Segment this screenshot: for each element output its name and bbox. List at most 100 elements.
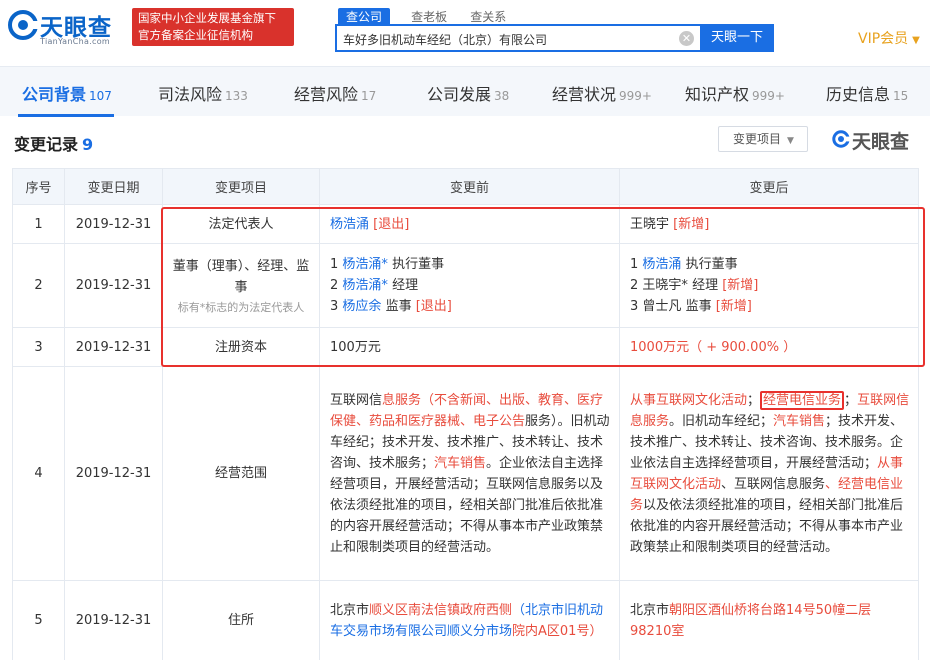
tab-count: 107	[89, 89, 112, 103]
col-header-after: 变更后	[619, 168, 919, 205]
changed-text: 南法信镇政府西侧	[408, 602, 513, 618]
section-title: 变更记录 9	[14, 131, 93, 155]
cell-item: 董事（理事）、经理、监事 标有*标志的为法定代表人	[162, 243, 320, 328]
cell-no: 5	[12, 580, 65, 660]
col-header-before: 变更前	[319, 168, 620, 205]
list-item: 1 杨浩涌 执行董事	[630, 254, 910, 275]
changed-text: 汽车销售	[434, 455, 487, 471]
table-row: 3 2019-12-31 注册资本 100万元 1000万元（ + 900.00…	[12, 327, 919, 367]
person-link[interactable]: 杨浩涌*	[342, 257, 388, 272]
tab-operating-status[interactable]: 经营状况 999+	[552, 81, 652, 105]
tab-count: 133	[225, 89, 248, 103]
tab-count: 999+	[752, 89, 785, 103]
watermark-name: 天眼查	[852, 131, 910, 153]
person-name: 曾士凡	[642, 299, 682, 314]
new-tag: [新增]	[715, 299, 752, 314]
item-no: 1	[330, 257, 339, 272]
change-records-table: 序号 变更日期 变更项目 变更前 变更后 1 2019-12-31 法定代表人 …	[12, 168, 919, 660]
changed-text: 汽车销售	[773, 413, 826, 429]
active-tab-underline	[18, 114, 114, 117]
cell-no: 3	[12, 327, 65, 367]
cell-after: 1 杨浩涌 执行董事 2 王晓宇* 经理 [新增] 3 曾士凡 监事 [新增]	[619, 243, 919, 328]
tab-company-background[interactable]: 公司背景 107	[22, 81, 112, 105]
item-no: 3	[630, 299, 639, 314]
cell-before: 互联网信息服务（不含新闻、出版、教育、医疗保健、药品和医疗器械、电子公告服务）。…	[319, 366, 620, 581]
tab-count: 15	[893, 89, 909, 103]
person-link[interactable]: 杨浩涌	[330, 217, 369, 232]
cell-date: 2019-12-31	[64, 580, 163, 660]
tab-label: 经营风险	[294, 85, 359, 104]
tab-label: 知识产权	[685, 85, 750, 104]
cell-date: 2019-12-31	[64, 366, 163, 581]
clear-icon[interactable]: ✕	[679, 31, 694, 46]
list-item: 3 杨应余 监事 [退出]	[330, 296, 611, 317]
new-tag: [新增]	[673, 216, 710, 232]
tab-label: 公司发展	[427, 85, 492, 104]
cell-date: 2019-12-31	[64, 243, 163, 328]
cell-after: 王晓宇 [新增]	[619, 204, 919, 244]
person-link[interactable]: 杨浩涌	[642, 257, 681, 272]
tab-company-development[interactable]: 公司发展 38	[427, 81, 509, 105]
cell-date: 2019-12-31	[64, 204, 163, 244]
text-segment: 北京市	[330, 602, 370, 618]
tianyancha-logo[interactable]: 天眼查 TianYanCha.com	[8, 6, 126, 50]
person-role: 执行董事	[392, 257, 445, 272]
tab-label: 历史信息	[826, 85, 891, 104]
person-role: 执行董事	[685, 257, 738, 272]
person-role: 经理	[692, 278, 719, 293]
eye-logo-icon	[8, 10, 38, 40]
eye-logo-icon	[832, 130, 850, 148]
item-no: 2	[330, 278, 339, 293]
tab-search-relation[interactable]: 查关系	[470, 8, 506, 25]
vip-menu[interactable]: VIP会员 ▼	[858, 28, 920, 48]
watermark-logo: 天眼查	[832, 127, 922, 153]
item-no: 2	[630, 278, 639, 293]
text-segment: 、互联网信息服务	[721, 476, 826, 492]
table-row: 2 2019-12-31 董事（理事）、经理、监事 标有*标志的为法定代表人 1 …	[12, 243, 919, 328]
person-name: 王晓宇*	[642, 278, 688, 293]
tab-intellectual-property[interactable]: 知识产权 999+	[685, 81, 785, 105]
section-title-text: 变更记录	[14, 135, 79, 154]
tab-history-info[interactable]: 历史信息 15	[826, 81, 908, 105]
person-link[interactable]: 杨应余	[342, 299, 381, 314]
person-role: 监事	[385, 299, 412, 314]
caret-down-icon: ▼	[787, 136, 794, 146]
item-label: 董事（理事）、经理、监事	[172, 258, 310, 295]
highlighted-telecom-business: 经营电信业务	[760, 390, 845, 410]
table-row: 5 2019-12-31 住所 北京市顺义区南法信镇政府西侧（北京市旧机动车交易…	[12, 580, 919, 660]
table-header-row: 序号 变更日期 变更项目 变更前 变更后	[12, 168, 919, 205]
tab-operating-risk[interactable]: 经营风险 17	[294, 81, 376, 105]
official-badge: 国家中小企业发展基金旗下 官方备案企业征信机构	[132, 8, 294, 46]
caret-down-icon: ▼	[912, 35, 920, 46]
person-link[interactable]: 杨浩涌*	[342, 278, 388, 293]
tab-judicial-risk[interactable]: 司法风险 133	[158, 81, 248, 105]
cell-no: 1	[12, 204, 65, 244]
cell-before: 杨浩涌 [退出]	[319, 204, 620, 244]
text-segment: 互联网信	[330, 392, 383, 408]
tab-label: 公司背景	[22, 85, 87, 104]
list-item: 2 杨浩涌* 经理	[330, 275, 611, 296]
text-segment: ；	[844, 392, 858, 408]
col-header-item: 变更项目	[162, 168, 320, 205]
tab-label: 经营状况	[552, 85, 617, 104]
new-tag: [新增]	[722, 278, 759, 293]
change-item-filter[interactable]: 变更项目 ▼	[718, 126, 808, 152]
search-button[interactable]: 天眼一下	[700, 24, 774, 52]
cell-item: 法定代表人	[162, 204, 320, 244]
changed-text: 院内A区01号）	[512, 623, 603, 639]
list-item: 2 王晓宇* 经理 [新增]	[630, 275, 910, 296]
cell-after: 1000万元（ + 900.00% ）	[619, 327, 919, 367]
tab-search-boss[interactable]: 查老板	[411, 8, 447, 25]
cell-after: 从事互联网文化活动； 经营电信业务 ；互联网信息服务。旧机动车经纪；汽车销售；技术开…	[619, 366, 919, 581]
item-no: 3	[330, 299, 339, 314]
cell-item: 注册资本	[162, 327, 320, 367]
cell-no: 4	[12, 366, 65, 581]
vip-label: VIP会员	[858, 31, 909, 47]
search-type-tabs: 查公司 查老板 查关系	[338, 6, 524, 26]
cell-before: 100万元	[319, 327, 620, 367]
search-input[interactable]	[343, 30, 673, 48]
top-bar: 天眼查 TianYanCha.com 国家中小企业发展基金旗下 官方备案企业征信…	[0, 0, 930, 64]
person-name: 王晓宇	[630, 216, 670, 232]
filter-label: 变更项目	[733, 132, 782, 146]
tab-label: 司法风险	[158, 85, 223, 104]
